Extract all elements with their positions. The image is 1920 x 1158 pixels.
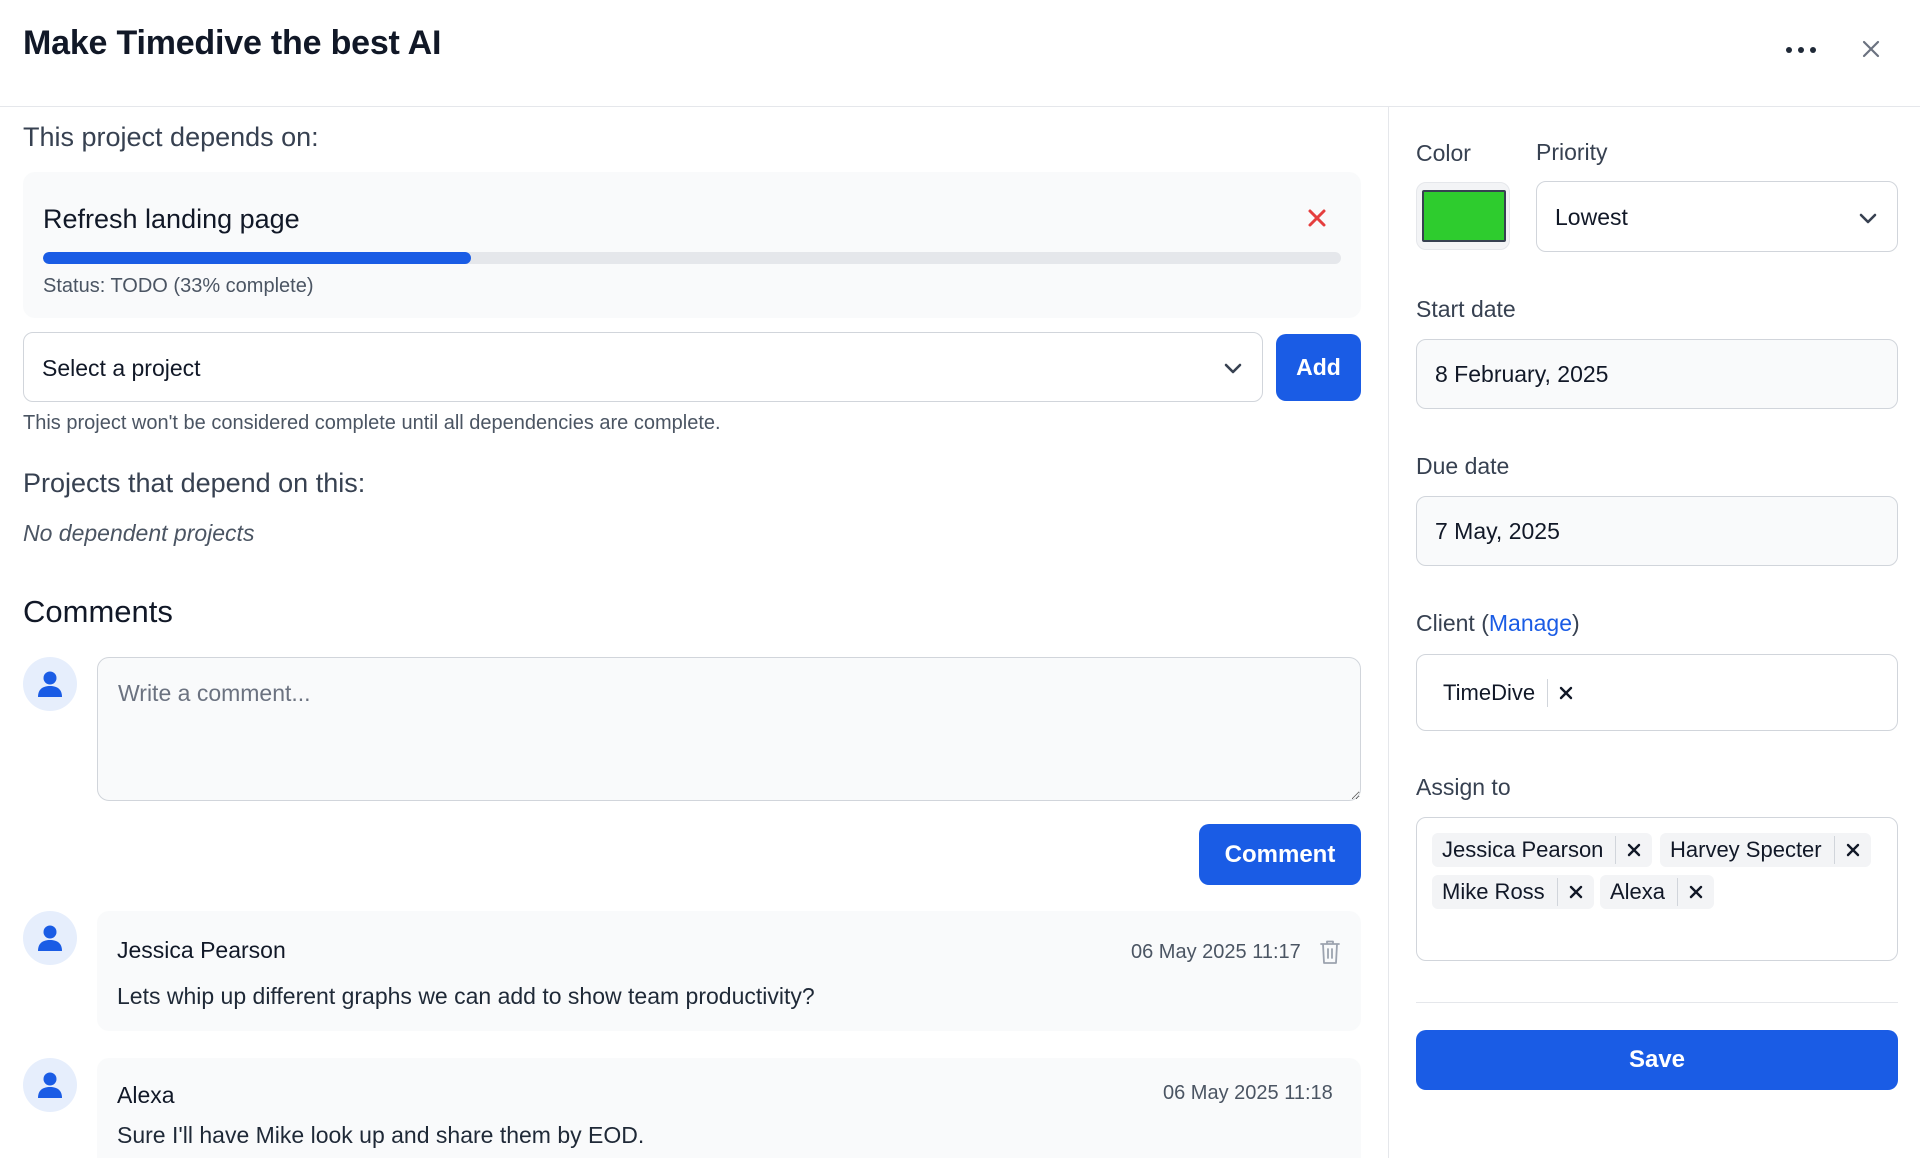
remove-assignee-button[interactable] [1616,833,1652,867]
save-button[interactable]: Save [1416,1030,1898,1090]
delete-comment-button[interactable] [1319,939,1341,965]
comment-text: Sure I'll have Mike look up and share th… [117,1122,645,1148]
dependency-card: Refresh landing page Status: TODO (33% c… [23,172,1361,318]
client-tag: TimeDive [1433,676,1584,710]
comments-heading: Comments [23,594,173,629]
close-icon [1559,686,1573,700]
assignees-select[interactable]: Jessica Pearson Harvey Specter Mike Ross… [1416,817,1898,961]
start-date-input[interactable] [1416,339,1898,409]
user-icon [38,671,62,697]
assignee-tag: Harvey Specter [1660,833,1871,867]
assignee-tag-label: Mike Ross [1442,879,1545,904]
client-label: Client (Manage) [1416,610,1580,637]
color-picker[interactable] [1416,182,1510,250]
comment-input[interactable] [97,657,1361,801]
comment-item: Jessica Pearson 06 May 2025 11:17 Lets w… [97,911,1361,1031]
chevron-down-icon [1224,363,1242,374]
client-select[interactable]: TimeDive [1416,654,1898,731]
chevron-down-icon [1859,213,1877,224]
remove-client-button[interactable] [1548,676,1584,710]
dependencies-heading: This project depends on: [23,122,319,152]
dependency-help-text: This project won't be considered complet… [23,412,721,434]
comment-timestamp: 06 May 2025 11:18 [1163,1082,1333,1104]
dependency-status: Status: TODO (33% complete) [43,275,314,297]
comment-author: Alexa [117,1082,175,1108]
close-button[interactable] [1856,34,1886,64]
column-divider [1388,107,1389,1158]
more-dot-icon [1786,47,1792,53]
avatar [23,911,77,965]
remove-dependency-button[interactable] [1305,206,1329,230]
user-icon [38,925,62,951]
select-project-dropdown[interactable]: Select a project [23,332,1263,402]
select-project-value: Select a project [42,355,201,381]
assign-to-label: Assign to [1416,774,1511,800]
dependency-progress-fill [43,252,472,264]
assignee-tag-label: Alexa [1610,879,1666,904]
due-date-label: Due date [1416,453,1510,479]
remove-assignee-button[interactable] [1678,875,1714,909]
comment-text: Lets whip up different graphs we can add… [117,983,815,1009]
client-label-text: Client [1416,610,1475,636]
add-dependency-button[interactable]: Add [1276,334,1361,401]
close-icon [1569,885,1582,899]
close-icon [1308,209,1326,227]
comment-author: Jessica Pearson [117,937,286,963]
priority-value: Lowest [1555,204,1628,230]
dependency-progress-bar [43,252,1341,264]
more-dot-icon [1810,47,1816,53]
assignee-tag-label: Jessica Pearson [1442,837,1604,862]
comment-button[interactable]: Comment [1199,824,1361,885]
close-icon [1689,885,1703,899]
modal-header: Make Timedive the best AI [0,0,1920,107]
start-date-label: Start date [1416,296,1516,322]
assignee-tag: Jessica Pearson [1432,833,1653,867]
more-options-button[interactable] [1778,33,1824,67]
remove-assignee-button[interactable] [1558,875,1594,909]
comment-item: Alexa 06 May 2025 11:18 Sure I'll have M… [97,1058,1361,1158]
priority-dropdown[interactable]: Lowest [1536,181,1898,252]
dependents-heading: Projects that depend on this: [23,468,366,498]
priority-label: Priority [1536,139,1608,165]
close-icon [1846,843,1859,857]
trash-icon [1320,940,1340,964]
color-swatch-fill [1422,190,1506,242]
comment-timestamp: 06 May 2025 11:17 [1131,941,1301,963]
user-icon [38,1072,62,1098]
color-label: Color [1416,140,1471,166]
avatar [23,657,77,711]
close-icon [1628,843,1641,857]
due-date-input[interactable] [1416,496,1898,566]
client-tag-label: TimeDive [1443,680,1536,705]
assignee-tag: Alexa [1600,875,1715,909]
avatar [23,1058,77,1112]
modal-title: Make Timedive the best AI [23,24,442,62]
sidebar-divider [1416,1002,1898,1003]
manage-clients-link[interactable]: Manage [1489,610,1572,636]
client-paren-open: ( [1481,610,1489,636]
dependency-name: Refresh landing page [43,204,300,234]
more-dot-icon [1798,47,1804,53]
assignee-tag: Mike Ross [1432,875,1594,909]
remove-assignee-button[interactable] [1835,833,1871,867]
dependents-empty-text: No dependent projects [23,520,255,546]
close-icon [1862,40,1880,58]
assignee-tag-label: Harvey Specter [1670,837,1822,862]
client-paren-close: ) [1572,610,1580,636]
